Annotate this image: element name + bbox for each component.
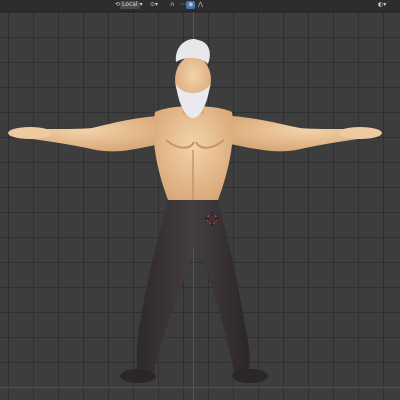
pivot-point-dropdown[interactable]: ⊙ ▾	[150, 1, 158, 9]
left-foot	[120, 369, 156, 383]
chevron-down-icon: ▾	[155, 1, 159, 8]
3d-cursor-icon	[205, 212, 219, 226]
right-foot	[232, 369, 268, 383]
overlay-dropdown[interactable]: ◐ ▾	[378, 1, 386, 9]
character-model[interactable]	[0, 0, 400, 400]
falloff-curve-icon: ⋀	[198, 1, 203, 8]
magnet-snap-icon: ∩	[170, 1, 175, 8]
proportional-edit-toggle[interactable]: ◉	[186, 1, 196, 9]
chevron-down-icon: ▾	[383, 1, 387, 8]
chevron-down-icon: ▾	[139, 1, 143, 8]
pants	[136, 200, 250, 372]
falloff-dropdown[interactable]: ⋀	[198, 1, 203, 9]
transform-orientation-dropdown[interactable]: ⟲ Local ▾	[115, 1, 143, 9]
proportional-edit-icon: ◉	[186, 1, 196, 9]
left-hand	[8, 127, 52, 139]
right-hand	[338, 127, 382, 139]
orientation-label: Local	[120, 1, 140, 9]
snap-toggle[interactable]: ∩	[170, 1, 174, 9]
viewport-header: ⟲ Local ▾ ⊙ ▾ ∩ ⋯ ▾ ◉ ⋀ ◐ ▾	[0, 0, 400, 12]
3d-viewport[interactable]	[0, 0, 400, 400]
